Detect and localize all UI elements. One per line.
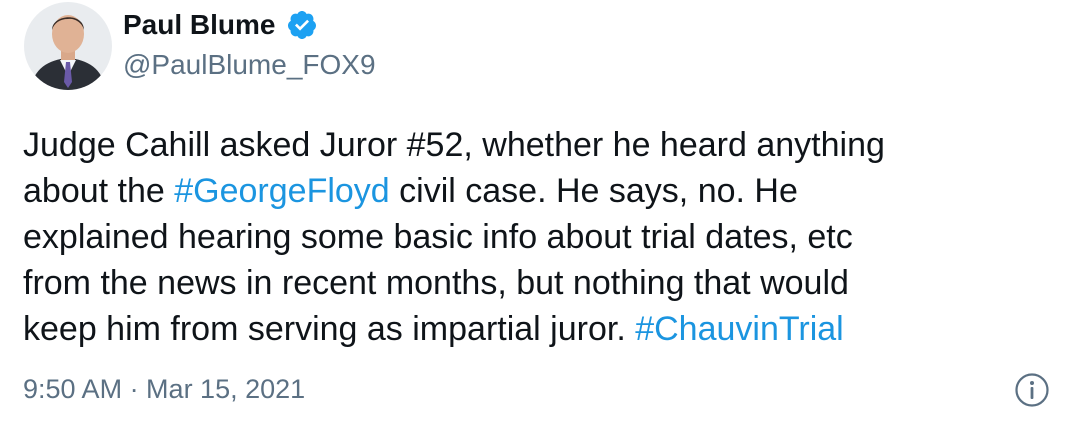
tweet-text-line: about the #GeorgeFloyd civil case. He sa… [23, 168, 1053, 214]
tweet-text-segment: civil case. He says, no. He [389, 172, 798, 210]
tweet-text-line: explained hearing some basic info about … [23, 218, 853, 256]
author-handle[interactable]: @PaulBlume_FOX9 [123, 49, 376, 81]
tweet-text-segment: about the [23, 172, 175, 210]
tweet-text-line: keep him from serving as impartial juror… [23, 306, 1053, 352]
tweet-card: Paul Blume @PaulBlume_FOX9 Judge Cahill … [0, 0, 1074, 428]
tweet-text-segment: keep him from serving as impartial juror… [23, 310, 636, 348]
avatar-photo-icon [24, 2, 112, 90]
info-icon[interactable] [1014, 372, 1050, 408]
hashtag-link-georgefloyd[interactable]: #GeorgeFloyd [174, 172, 389, 210]
verified-badge-icon [286, 9, 318, 41]
author-display-name[interactable]: Paul Blume [123, 9, 275, 41]
avatar[interactable] [24, 2, 112, 90]
tweet-text-line: Judge Cahill asked Juror #52, whether he… [23, 126, 885, 164]
tweet-timestamp[interactable]: 9:50 AM · Mar 15, 2021 [23, 373, 305, 405]
hashtag-link-chauvintrial[interactable]: #ChauvinTrial [635, 310, 844, 348]
tweet-text: Judge Cahill asked Juror #52, whether he… [23, 122, 1053, 352]
tweet-text-line: from the news in recent months, but noth… [23, 264, 849, 302]
